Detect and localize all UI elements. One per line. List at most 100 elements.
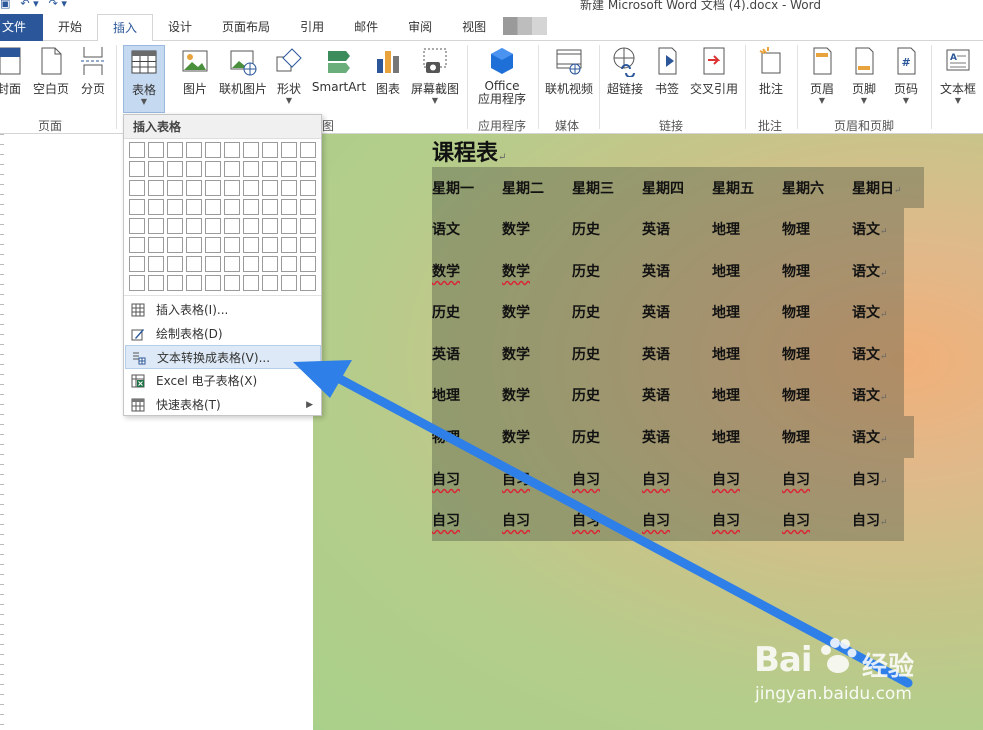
table-grid-cell[interactable] <box>129 237 145 253</box>
table-grid-cell[interactable] <box>300 142 316 158</box>
table-grid-cell[interactable] <box>186 142 202 158</box>
table-grid-cell[interactable] <box>281 256 297 272</box>
table-cell[interactable]: 自习↵ <box>852 510 922 530</box>
table-grid-cell[interactable] <box>148 237 164 253</box>
table-cell[interactable]: 自习 <box>432 510 502 530</box>
table-grid-cell[interactable] <box>129 256 145 272</box>
table-cell[interactable]: 地理 <box>712 385 782 405</box>
table-cell[interactable]: 自习 <box>782 469 852 489</box>
table-grid-cell[interactable] <box>224 256 240 272</box>
quick-tables-menu-item[interactable]: 快速表格(T) ▶ <box>125 393 321 417</box>
tab-file[interactable]: 文件 <box>0 14 43 41</box>
table-cell[interactable]: 语文↵ <box>852 344 922 364</box>
table-cell[interactable]: 地理 <box>712 219 782 239</box>
table-cell[interactable]: 历史 <box>572 302 642 322</box>
table-cell[interactable]: 物理 <box>782 261 852 281</box>
table-grid-cell[interactable] <box>129 180 145 196</box>
table-grid-cell[interactable] <box>186 275 202 291</box>
table-grid-cell[interactable] <box>243 199 259 215</box>
table-grid-cell[interactable] <box>300 275 316 291</box>
table-grid-cell[interactable] <box>262 275 278 291</box>
table-cell[interactable]: 英语 <box>642 427 712 447</box>
tab-review[interactable]: 审阅 <box>393 14 447 41</box>
cover-page-button[interactable]: 封面 <box>0 45 22 97</box>
table-grid-cell[interactable] <box>148 161 164 177</box>
table-cell[interactable]: 星期二 <box>502 178 572 198</box>
header-button[interactable]: 页眉 ▼ <box>803 45 841 105</box>
table-grid-cell[interactable] <box>167 218 183 234</box>
document-heading[interactable]: 课程表↵ <box>432 135 506 167</box>
table-cell[interactable]: 语文↵ <box>852 219 922 239</box>
table-cell[interactable]: 自习 <box>502 469 572 489</box>
table-grid-cell[interactable] <box>167 237 183 253</box>
table-cell[interactable]: 自习↵ <box>852 469 922 489</box>
table-cell[interactable]: 星期六 <box>782 178 852 198</box>
tab-insert[interactable]: 插入 <box>97 14 154 42</box>
table-size-grid[interactable] <box>129 142 321 291</box>
save-icon[interactable]: ▣ <box>0 0 10 10</box>
insert-table-menu-item[interactable]: 插入表格(I)... <box>125 298 321 322</box>
tab-view[interactable]: 视图 <box>447 14 501 41</box>
table-cell[interactable]: 数学 <box>432 261 502 281</box>
table-cell[interactable]: 语文↵ <box>852 261 922 281</box>
table-cell[interactable]: 历史 <box>432 302 502 322</box>
table-cell[interactable]: 数学 <box>502 385 572 405</box>
table-cell[interactable]: 星期五 <box>712 178 782 198</box>
table-grid-cell[interactable] <box>224 275 240 291</box>
excel-spreadsheet-menu-item[interactable]: Excel 电子表格(X) <box>125 369 321 393</box>
table-grid-cell[interactable] <box>300 237 316 253</box>
table-grid-cell[interactable] <box>205 180 221 196</box>
table-cell[interactable]: 数学 <box>502 261 572 281</box>
table-grid-cell[interactable] <box>224 142 240 158</box>
blank-page-button[interactable]: 空白页 <box>30 45 72 97</box>
hyperlink-button[interactable]: 超链接 <box>604 45 646 97</box>
table-grid-cell[interactable] <box>167 275 183 291</box>
table-grid-cell[interactable] <box>281 180 297 196</box>
table-grid-cell[interactable] <box>148 256 164 272</box>
table-grid-cell[interactable] <box>129 275 145 291</box>
table-grid-cell[interactable] <box>281 161 297 177</box>
table-cell[interactable]: 自习 <box>572 510 642 530</box>
table-grid-cell[interactable] <box>262 237 278 253</box>
table-grid-cell[interactable] <box>262 199 278 215</box>
table-grid-cell[interactable] <box>281 275 297 291</box>
table-grid-cell[interactable] <box>281 199 297 215</box>
table-cell[interactable]: 星期一 <box>432 178 502 198</box>
online-picture-button[interactable]: 联机图片 <box>216 45 270 97</box>
table-grid-cell[interactable] <box>243 275 259 291</box>
office-apps-button[interactable]: Office 应用程序 <box>471 45 533 106</box>
table-cell[interactable]: 自习 <box>572 469 642 489</box>
table-grid-cell[interactable] <box>224 237 240 253</box>
tab-page-layout[interactable]: 页面布局 <box>207 14 285 41</box>
table-grid-cell[interactable] <box>262 256 278 272</box>
table-cell[interactable]: 历史 <box>572 344 642 364</box>
table-cell[interactable]: 语文↵ <box>852 302 922 322</box>
table-grid-cell[interactable] <box>129 161 145 177</box>
online-video-button[interactable]: 联机视频 <box>543 45 595 97</box>
table-cell[interactable]: 星期四 <box>642 178 712 198</box>
screenshot-button[interactable]: 屏幕截图 ▼ <box>408 45 462 105</box>
table-grid-cell[interactable] <box>205 199 221 215</box>
table-grid-cell[interactable] <box>148 180 164 196</box>
table-cell[interactable]: 英语 <box>432 344 502 364</box>
picture-button[interactable]: 图片 <box>178 45 212 97</box>
table-grid-cell[interactable] <box>186 237 202 253</box>
table-grid-cell[interactable] <box>205 256 221 272</box>
table-cell[interactable]: 物理 <box>782 219 852 239</box>
cross-reference-button[interactable]: 交叉引用 <box>688 45 740 97</box>
table-cell[interactable]: 自习 <box>782 510 852 530</box>
textbox-button[interactable]: A 文本框 ▼ <box>936 45 980 105</box>
text-to-table-menu-item[interactable]: 文本转换成表格(V)... <box>125 345 321 369</box>
table-grid-cell[interactable] <box>186 256 202 272</box>
smartart-button[interactable]: SmartArt <box>310 45 368 94</box>
table-cell[interactable]: 物理 <box>782 385 852 405</box>
table-grid-cell[interactable] <box>300 218 316 234</box>
bookmark-button[interactable]: 书签 <box>650 45 684 97</box>
table-grid-cell[interactable] <box>243 161 259 177</box>
table-cell[interactable]: 历史 <box>572 385 642 405</box>
table-grid-cell[interactable] <box>148 275 164 291</box>
tab-design[interactable]: 设计 <box>153 14 207 41</box>
table-cell[interactable]: 英语 <box>642 219 712 239</box>
table-grid-cell[interactable] <box>167 256 183 272</box>
table-grid-cell[interactable] <box>129 142 145 158</box>
